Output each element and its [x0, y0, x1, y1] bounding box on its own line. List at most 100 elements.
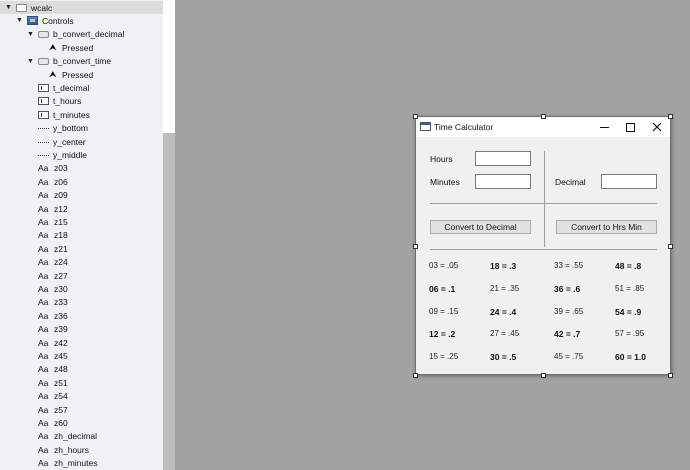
label-icon: Aa — [38, 190, 49, 201]
tree-item[interactable]: Aa zh_hours — [26, 443, 89, 456]
tree-item-label: z42 — [54, 337, 68, 348]
tree-item[interactable]: Aa z15 — [26, 215, 68, 228]
tree-item[interactable]: Aa z09 — [26, 189, 68, 202]
time-calculator-window[interactable]: Time Calculator Hours Minutes Decimal Co… — [415, 116, 671, 375]
tree-item[interactable]: Aa z54 — [26, 390, 68, 403]
tree-item[interactable]: Aa zh_decimal — [26, 430, 97, 443]
conversion-cell: 15 = .25 — [429, 352, 459, 361]
tree-expander-icon[interactable]: ▼ — [26, 31, 35, 38]
resize-handle[interactable] — [668, 373, 673, 378]
resize-handle[interactable] — [541, 114, 546, 119]
decimal-field[interactable] — [601, 174, 657, 189]
title-bar[interactable]: Time Calculator — [416, 117, 670, 137]
tree-item-label: zh_hours — [54, 444, 89, 455]
tree-item[interactable]: Aa z27 — [26, 269, 68, 282]
horizontal-divider-bottom — [430, 249, 657, 250]
tree-item[interactable]: Aa z57 — [26, 403, 68, 416]
minimize-icon — [599, 126, 609, 128]
tree-item[interactable]: ▼ wcalc — [0, 1, 163, 14]
conversion-cell: 12 = .2 — [429, 329, 456, 339]
tree-item[interactable]: Aa z33 — [26, 296, 68, 309]
tree-item[interactable]: Aa z45 — [26, 349, 68, 362]
tree-item[interactable]: Aa z36 — [26, 309, 68, 322]
tree-item[interactable]: Aa z48 — [26, 363, 68, 376]
conversion-cell: 24 = .4 — [490, 307, 517, 317]
conversion-cell: 21 = .35 — [490, 284, 520, 293]
tree-item[interactable]: Aa z03 — [26, 162, 68, 175]
tree-item[interactable]: Aa z21 — [26, 242, 68, 255]
button-icon — [38, 30, 49, 38]
tree-scrollbar[interactable] — [163, 0, 175, 470]
tree-item-label: z27 — [54, 270, 68, 281]
maximize-icon — [625, 122, 635, 132]
convert-to-hrs-min-button[interactable]: Convert to Hrs Min — [556, 220, 657, 234]
tree-item[interactable]: y_center — [26, 135, 86, 148]
tree-expander-icon[interactable]: ▼ — [4, 4, 13, 11]
tree-item-label: t_decimal — [53, 82, 90, 93]
tree-item[interactable]: Aa z30 — [26, 282, 68, 295]
tree-scrollbar-thumb[interactable] — [163, 0, 175, 133]
minimize-button[interactable] — [591, 117, 617, 137]
tree-item-label: wcalc — [31, 2, 53, 13]
label-icon: Aa — [38, 176, 49, 187]
tree-item-label: z57 — [54, 404, 68, 415]
tree-item[interactable]: Aa z18 — [26, 229, 68, 242]
resize-handle[interactable] — [668, 114, 673, 119]
tree-item[interactable]: t_minutes — [26, 108, 90, 121]
resize-handle[interactable] — [541, 373, 546, 378]
minutes-label: Minutes — [430, 177, 460, 187]
tree-item[interactable]: t_hours — [26, 95, 81, 108]
resize-handle[interactable] — [668, 244, 673, 249]
conversion-cell: 33 = .55 — [554, 261, 584, 270]
tree-item[interactable]: t_decimal — [26, 81, 89, 94]
tree-item[interactable]: Aa z24 — [26, 256, 68, 269]
tree-item-label: zh_decimal — [54, 431, 97, 442]
tree-item-label: z21 — [54, 243, 68, 254]
conversion-cell: 06 = .1 — [429, 284, 456, 294]
tree-item[interactable]: y_middle — [26, 148, 87, 161]
window-icon — [16, 3, 27, 12]
label-icon: Aa — [38, 431, 49, 442]
tree-item-label: z54 — [54, 391, 68, 402]
tree-expander-icon[interactable]: ▼ — [15, 17, 24, 24]
project-tree[interactable]: ▼ wcalc ▼ Controls ▼ b_convert_decimal ⮝ Presse… — [0, 0, 175, 470]
tree-item[interactable]: Aa z51 — [26, 376, 68, 389]
resize-handle[interactable] — [413, 373, 418, 378]
resize-handle[interactable] — [413, 244, 418, 249]
conversion-cell: 30 = .5 — [490, 352, 517, 362]
tree-item[interactable]: ▼ b_convert_time — [26, 55, 111, 68]
hours-field[interactable] — [475, 151, 531, 166]
tree-item[interactable]: Aa z06 — [26, 175, 68, 188]
tree-item[interactable]: Aa z60 — [26, 416, 68, 429]
label-icon: Aa — [38, 458, 49, 469]
close-button[interactable] — [644, 117, 670, 137]
textfield-icon — [38, 97, 49, 106]
tree-item[interactable]: ⮝ Pressed — [37, 68, 93, 81]
label-icon: Aa — [38, 163, 49, 174]
maximize-button[interactable] — [617, 117, 643, 137]
tree-item-label: z18 — [54, 230, 68, 241]
tree-item-label: t_hours — [53, 96, 82, 107]
tree-item[interactable]: Aa z12 — [26, 202, 68, 215]
cursor-icon: ⮝ — [49, 42, 57, 53]
tree-item-label: Pressed — [62, 69, 94, 80]
minutes-field[interactable] — [475, 174, 531, 189]
tree-scrollbar-track[interactable] — [163, 133, 175, 470]
tree-item-label: y_middle — [53, 149, 88, 160]
tree-item[interactable]: ▼ b_convert_decimal — [26, 28, 124, 41]
tree-item[interactable]: y_bottom — [26, 122, 88, 135]
window-app-icon — [420, 122, 431, 131]
label-icon: Aa — [38, 444, 49, 455]
label-icon: Aa — [38, 377, 49, 388]
tree-item[interactable]: ⮝ Pressed — [37, 41, 93, 54]
tree-item[interactable]: ▼ Controls — [15, 14, 74, 27]
tree-expander-icon[interactable]: ▼ — [26, 58, 35, 65]
tree-item-label: y_center — [53, 136, 86, 147]
resize-handle[interactable] — [413, 114, 418, 119]
convert-to-decimal-button[interactable]: Convert to Decimal — [430, 220, 531, 234]
tree-item[interactable]: Aa z42 — [26, 336, 68, 349]
label-icon: Aa — [38, 404, 49, 415]
tree-item-label: z30 — [54, 283, 68, 294]
tree-item[interactable]: Aa z39 — [26, 323, 68, 336]
tree-item[interactable]: Aa zh_minutes — [26, 457, 97, 470]
